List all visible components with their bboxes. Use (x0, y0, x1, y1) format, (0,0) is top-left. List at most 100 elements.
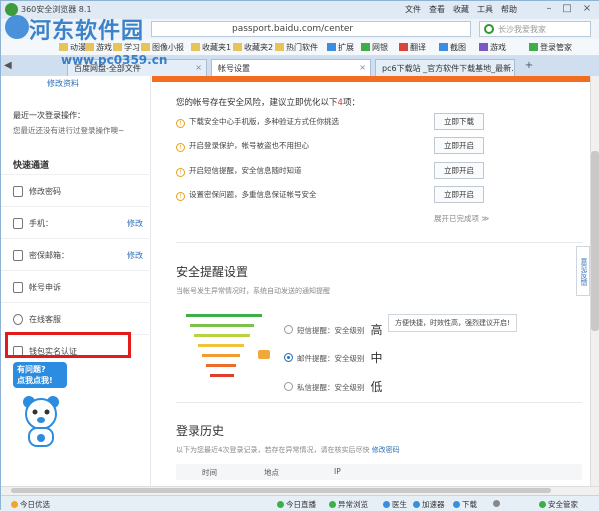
risk-item: ! 开启登录保护，帐号被盗也不用担心 (176, 140, 476, 152)
fav-item[interactable]: 登录管家 (529, 42, 572, 53)
fav-item[interactable]: 图像小报 (141, 42, 184, 53)
sidebar-item-phone[interactable]: 手机： 修改 (1, 206, 151, 238)
col-location: 地点 (264, 468, 279, 477)
status-doctor[interactable]: 医生 (383, 499, 407, 510)
maximize-icon[interactable]: □ (559, 2, 575, 16)
status-abnormal-browse[interactable]: 异常浏览 (329, 499, 368, 510)
menu-file[interactable]: 文件 (405, 4, 421, 15)
help-bubble[interactable]: 有问题? 点我点我! (13, 362, 67, 388)
menu-help[interactable]: 帮助 (501, 4, 517, 15)
level-sms[interactable]: 短信提醒：安全级别高 (284, 321, 383, 338)
edit-phone-link[interactable]: 修改 (127, 218, 143, 229)
new-tab-icon[interactable]: + (521, 59, 537, 73)
folder-icon (233, 43, 242, 51)
sidebar-item-change-password[interactable]: 修改密码 (1, 174, 151, 206)
lock-icon (13, 186, 23, 197)
status-download[interactable]: 下载 (453, 499, 477, 510)
risk-item: ! 设置密保问题，多重信息保证帐号安全 (176, 189, 476, 201)
alert-settings-subtitle: 当帐号发生异常情况时，系统自动发送的通知提醒 (176, 287, 330, 295)
translate-icon (399, 43, 408, 51)
sidebar-item-appeal[interactable]: 帐号申诉 (1, 270, 151, 302)
horizontal-scroll-thumb[interactable] (11, 488, 551, 493)
tab-close-icon[interactable]: × (195, 63, 202, 72)
browser-window: 360安全浏览器 8.1 文件 查看 收藏 工具 帮助 – □ × passpo… (0, 0, 599, 511)
login-history-subtitle: 以下为您最近4次登录记录，若存在异常情况，请在核实后尽快 修改密码 (176, 446, 400, 454)
key-icon (529, 43, 538, 51)
set-security-question-button[interactable]: 立即开启 (434, 186, 484, 203)
edit-profile-link[interactable]: 修改资料 (47, 78, 79, 89)
menu-favorites[interactable]: 收藏 (453, 4, 469, 15)
url-field[interactable]: passport.baidu.com/center (151, 21, 471, 37)
fav-item[interactable]: 截图 (439, 42, 466, 53)
url-text: passport.baidu.com/center (232, 24, 354, 34)
recommend-tooltip: 方便快捷，时效性高，强烈建议开启! (388, 314, 517, 332)
puzzle-icon (327, 43, 336, 51)
screenshot-icon (439, 43, 448, 51)
last-login-text: 您最近还没有进行过登录操作噢~ (13, 126, 125, 135)
tab-close-icon[interactable]: × (503, 63, 510, 72)
bear-mascot-icon[interactable] (19, 394, 63, 450)
warning-icon: ! (176, 168, 185, 177)
status-today-picks[interactable]: 今日优选 (11, 499, 50, 510)
radio-message[interactable] (284, 382, 293, 391)
close-icon[interactable]: × (579, 2, 595, 16)
status-sound[interactable] (493, 499, 502, 508)
tab-close-icon[interactable]: × (359, 63, 366, 72)
level-message[interactable]: 私信提醒：安全级别低 (284, 378, 383, 395)
level-email[interactable]: 邮件提醒：安全级别中 (284, 349, 383, 366)
folder-icon (275, 43, 284, 51)
fav-item[interactable]: 网银 (361, 42, 388, 53)
menu-view[interactable]: 查看 (429, 4, 445, 15)
radio-sms[interactable] (284, 325, 293, 334)
sidebar-item-support[interactable]: 在线客服 (1, 302, 151, 334)
risk-warning: 您的帐号存在安全风险，建议立即优化以下4项： (176, 98, 360, 108)
status-live[interactable]: 今日直播 (277, 499, 316, 510)
col-time: 时间 (202, 468, 217, 477)
login-history-title: 登录历史 (176, 424, 225, 438)
watermark-logo (5, 15, 29, 39)
feedback-button[interactable]: 意见反馈 (576, 246, 590, 296)
edit-email-link[interactable]: 修改 (127, 250, 143, 261)
radio-email[interactable] (284, 353, 293, 362)
speed-icon (413, 501, 420, 508)
enable-sms-alert-button[interactable]: 立即开启 (434, 162, 484, 179)
tab-pc6[interactable]: pc6下载站 _官方软件下载基地_最新... × (375, 59, 515, 76)
main-content: 您的帐号存在安全风险，建议立即优化以下4项： ! 下载安全中心手机版，多种验证方式… (152, 76, 590, 486)
sidebar-item-email[interactable]: 密保邮箱： 修改 (1, 238, 151, 270)
fav-item[interactable]: 扩展 (327, 42, 354, 53)
enable-login-protect-button[interactable]: 立即开启 (434, 137, 484, 154)
fav-item[interactable]: 翻译 (399, 42, 426, 53)
search-icon (484, 24, 494, 34)
history-table-header: 时间 地点 IP (176, 464, 582, 480)
minimize-icon[interactable]: – (541, 2, 557, 16)
change-password-link[interactable]: 修改密码 (372, 446, 400, 454)
download-now-button[interactable]: 立即下载 (434, 113, 484, 130)
risk-item: ! 开启短信提醒，安全信息随时知道 (176, 165, 476, 177)
warning-icon: ! (176, 192, 185, 201)
divider (176, 402, 582, 403)
folder-icon (191, 43, 200, 51)
quick-access-title: 快速通道 (13, 161, 50, 171)
expand-completed-link[interactable]: 展开已完成项 ≫ (434, 213, 489, 224)
watermark-title: 河东软件园 (29, 18, 145, 44)
menu-tools[interactable]: 工具 (477, 4, 493, 15)
fav-item[interactable]: 收藏夹1 (191, 42, 231, 53)
status-security-manager[interactable]: 安全管家 (539, 499, 578, 510)
star-icon (11, 501, 18, 508)
back-icon[interactable]: ◀ (4, 60, 18, 72)
fav-item[interactable]: 热门软件 (275, 42, 318, 53)
header-accent-bar (152, 76, 590, 82)
speaker-icon (493, 500, 500, 507)
status-accelerator[interactable]: 加速器 (413, 499, 445, 510)
col-ip: IP (334, 467, 341, 476)
search-input[interactable]: 长沙我爱我家 (479, 21, 591, 37)
game-icon (479, 43, 488, 51)
search-placeholder: 长沙我爱我家 (498, 25, 546, 34)
play-icon (277, 501, 284, 508)
highlight-box (5, 332, 131, 358)
tab-account-settings[interactable]: 帐号设置 × (211, 59, 371, 76)
fav-item[interactable]: 收藏夹2 (233, 42, 273, 53)
fav-item[interactable]: 游戏 (479, 42, 506, 53)
help-icon (13, 314, 23, 325)
vertical-scroll-thumb[interactable] (591, 151, 599, 331)
